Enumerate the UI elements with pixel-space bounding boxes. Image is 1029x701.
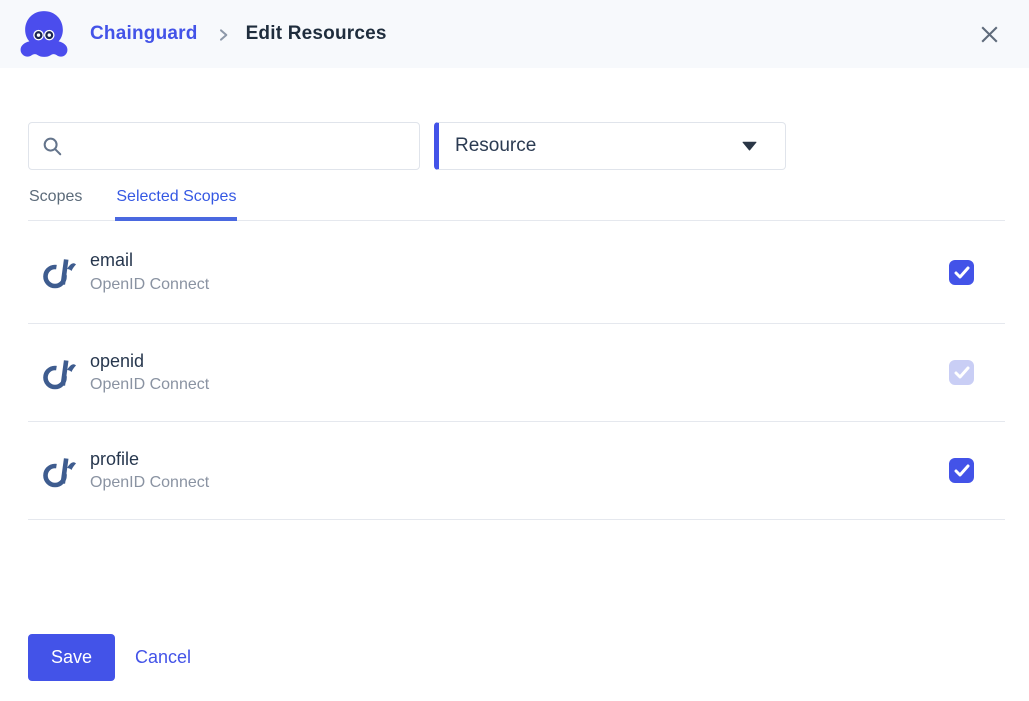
modal-header: Chainguard Edit Resources [0,0,1029,68]
scope-list: email OpenID Connect openid OpenID Conne… [28,221,1005,520]
cancel-button[interactable]: Cancel [135,647,191,668]
resource-dropdown[interactable]: Resource [434,122,786,170]
scope-row-email: email OpenID Connect [28,221,1005,324]
scope-checkbox-email[interactable] [949,260,974,285]
scope-row-openid: openid OpenID Connect [28,324,1005,422]
page-title: Edit Resources [246,23,387,45]
scope-name: email [90,250,209,272]
filter-controls: Resource [28,122,1005,170]
checkmark-icon [954,464,970,477]
chevron-right-icon [215,27,231,43]
scope-provider: OpenID Connect [90,375,209,394]
action-footer: Save Cancel [28,634,1005,681]
close-button[interactable] [973,18,1005,50]
scope-checkbox-profile[interactable] [949,458,974,483]
tab-scopes[interactable]: Scopes [28,188,83,220]
scope-name: openid [90,351,209,373]
scope-provider: OpenID Connect [90,275,209,294]
scope-name: profile [90,449,209,471]
openid-connect-icon [41,355,77,391]
checkmark-icon [954,266,970,279]
tab-selected-scopes[interactable]: Selected Scopes [115,188,237,220]
search-icon [41,135,63,157]
scope-tabs: Scopes Selected Scopes [28,188,1005,221]
scope-row-profile: profile OpenID Connect [28,422,1005,520]
caret-down-icon [742,141,757,151]
scope-provider: OpenID Connect [90,473,209,492]
checkmark-icon [954,366,970,379]
breadcrumb-brand-link[interactable]: Chainguard [90,23,198,45]
search-input[interactable] [73,135,407,157]
openid-connect-icon [41,254,77,290]
scope-search-box[interactable] [28,122,420,170]
save-button[interactable]: Save [28,634,115,681]
scope-checkbox-openid [949,360,974,385]
close-icon [977,22,1002,47]
resource-dropdown-value: Resource [455,135,536,157]
modal-body: Resource Scopes Selected Scopes email Op… [0,122,1029,681]
chainguard-octopus-logo-icon [16,10,72,58]
openid-connect-icon [41,453,77,489]
